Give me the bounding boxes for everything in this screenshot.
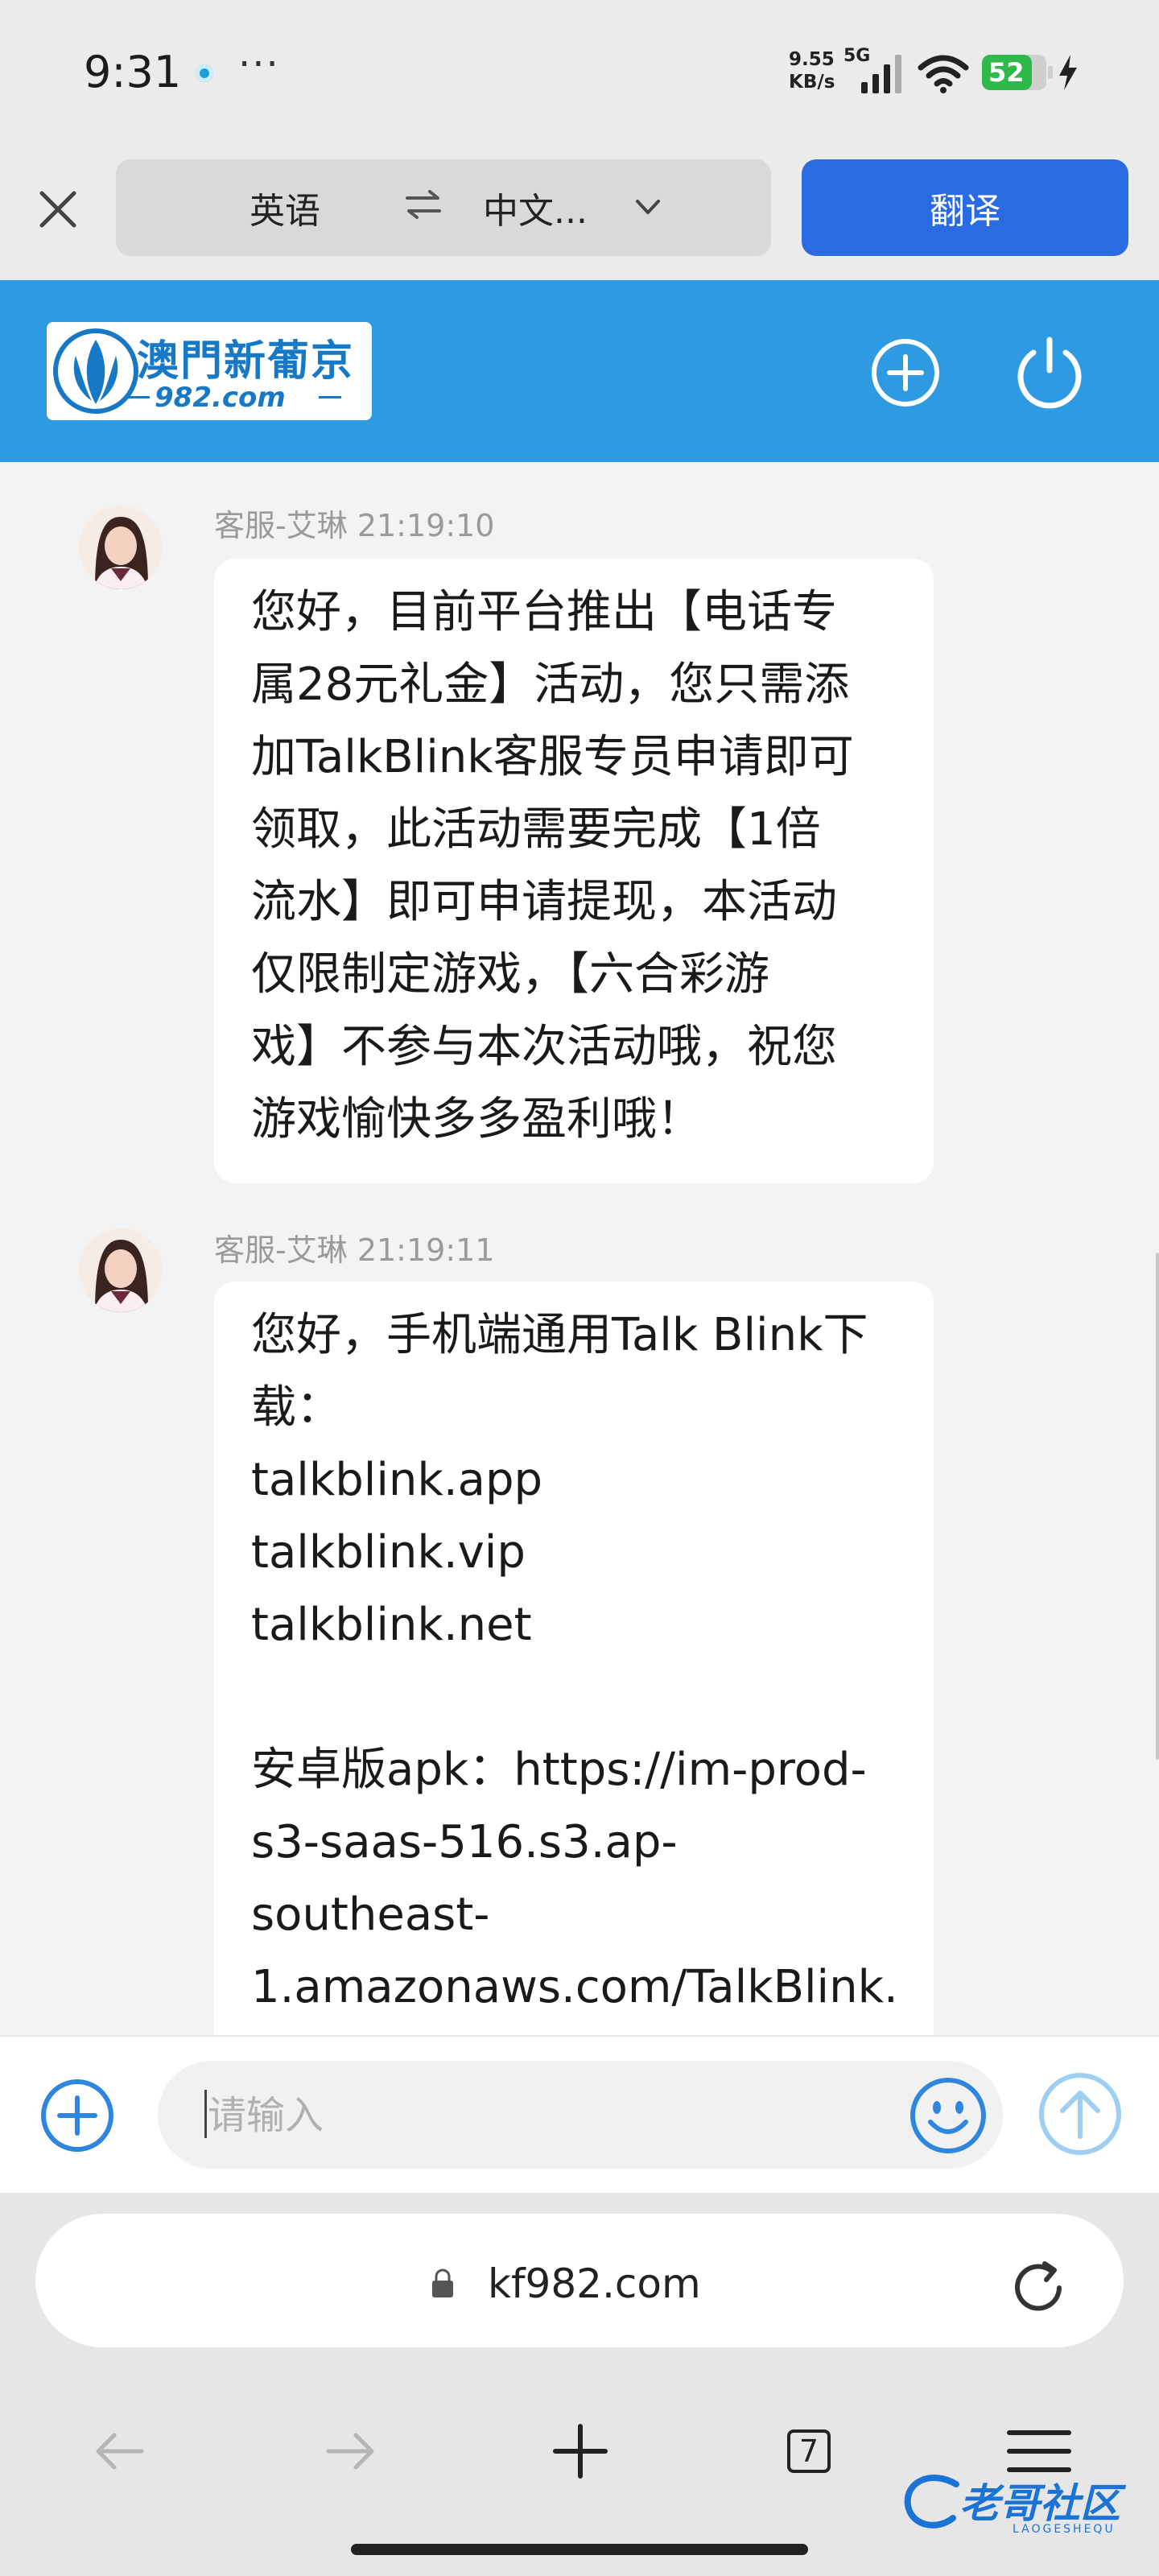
url-text[interactable]: kf982.com bbox=[488, 2260, 701, 2307]
home-indicator[interactable] bbox=[351, 2544, 808, 2555]
back-arrow-icon[interactable] bbox=[84, 2415, 156, 2487]
notification-app-icon bbox=[196, 64, 213, 82]
tab-count: 7 bbox=[787, 2429, 831, 2473]
swap-languages-icon[interactable] bbox=[401, 182, 446, 227]
logo-domain: 982.com bbox=[155, 382, 286, 414]
more-notifications-icon: ··· bbox=[238, 42, 280, 87]
status-time: 9:31 bbox=[84, 47, 182, 97]
close-icon[interactable] bbox=[35, 187, 80, 232]
charging-icon bbox=[1059, 55, 1077, 90]
message-meta: 客服-艾琳 21:19:10 bbox=[214, 501, 494, 545]
chat-area[interactable]: 客服-艾琳 21:19:10 您好，目前平台推出【电话专 属28元礼金】活动，您… bbox=[0, 462, 1159, 2035]
site-logo[interactable]: 澳門新葡京 982.com bbox=[47, 322, 372, 420]
logo-text: 澳門新葡京 bbox=[137, 336, 355, 386]
message-input[interactable] bbox=[206, 2088, 853, 2143]
logo-divider bbox=[319, 396, 341, 398]
send-icon[interactable] bbox=[1038, 2072, 1122, 2156]
forward-arrow-icon[interactable] bbox=[314, 2415, 386, 2487]
emoji-icon[interactable] bbox=[908, 2075, 988, 2156]
battery-icon: 52 bbox=[982, 53, 1054, 93]
source-language[interactable]: 英语 bbox=[250, 182, 320, 233]
message-bubble: 您好，手机端通用Talk Blink下 载： talkblink.app tal… bbox=[214, 1282, 934, 2035]
agent-avatar-image bbox=[79, 1228, 163, 1312]
watermark-swirl-icon bbox=[904, 2475, 959, 2529]
agent-avatar-image bbox=[79, 506, 163, 589]
message-text: 您好，目前平台推出【电话专 属28元礼金】活动，您只需添 加TalkBlink客… bbox=[251, 586, 854, 1146]
message-bubble: 您好，目前平台推出【电话专 属28元礼金】活动，您只需添 加TalkBlink客… bbox=[214, 559, 934, 1183]
new-tab-plus-icon[interactable] bbox=[544, 2415, 617, 2487]
battery-tip bbox=[1048, 66, 1053, 79]
text-caret bbox=[204, 2090, 207, 2138]
logo-divider bbox=[127, 396, 150, 398]
attach-plus-icon[interactable] bbox=[39, 2077, 116, 2154]
wifi-icon bbox=[918, 55, 969, 93]
message-sender: 客服-艾琳 bbox=[214, 508, 348, 543]
battery-body: 52 bbox=[982, 55, 1046, 90]
lock-icon bbox=[432, 2268, 453, 2297]
tabs-button[interactable]: 7 bbox=[773, 2415, 845, 2487]
message-meta: 客服-艾琳 21:19:11 bbox=[214, 1225, 494, 1269]
agent-avatar bbox=[79, 506, 163, 589]
chevron-down-icon[interactable] bbox=[631, 193, 665, 222]
watermark-subtext: LAOGESHEQU bbox=[1013, 2523, 1116, 2536]
add-icon[interactable] bbox=[869, 336, 942, 409]
signal-icon bbox=[861, 55, 901, 93]
translate-button[interactable]: 翻译 bbox=[802, 159, 1128, 256]
message-time: 21:19:11 bbox=[357, 1232, 495, 1268]
target-language[interactable]: 中文... bbox=[483, 182, 588, 233]
watermark-text: 老哥社区 bbox=[959, 2480, 1120, 2527]
logo-emblem-icon bbox=[53, 328, 138, 414]
agent-avatar bbox=[79, 1228, 163, 1312]
message-input-container[interactable] bbox=[158, 2061, 1003, 2169]
message-text[interactable]: 您好，手机端通用Talk Blink下 载： talkblink.app tal… bbox=[251, 1299, 919, 2024]
network-speed-unit: KB/s bbox=[789, 72, 835, 93]
reload-icon[interactable] bbox=[1004, 2254, 1072, 2322]
power-icon[interactable] bbox=[1011, 333, 1088, 411]
watermark-logo: 老哥社区 LAOGESHEQU bbox=[900, 2467, 1149, 2547]
message-sender: 客服-艾琳 bbox=[214, 1232, 348, 1268]
message-time: 21:19:10 bbox=[357, 508, 495, 543]
battery-level: 52 bbox=[988, 57, 1025, 88]
chat-scrollbar[interactable] bbox=[1156, 1253, 1159, 1760]
